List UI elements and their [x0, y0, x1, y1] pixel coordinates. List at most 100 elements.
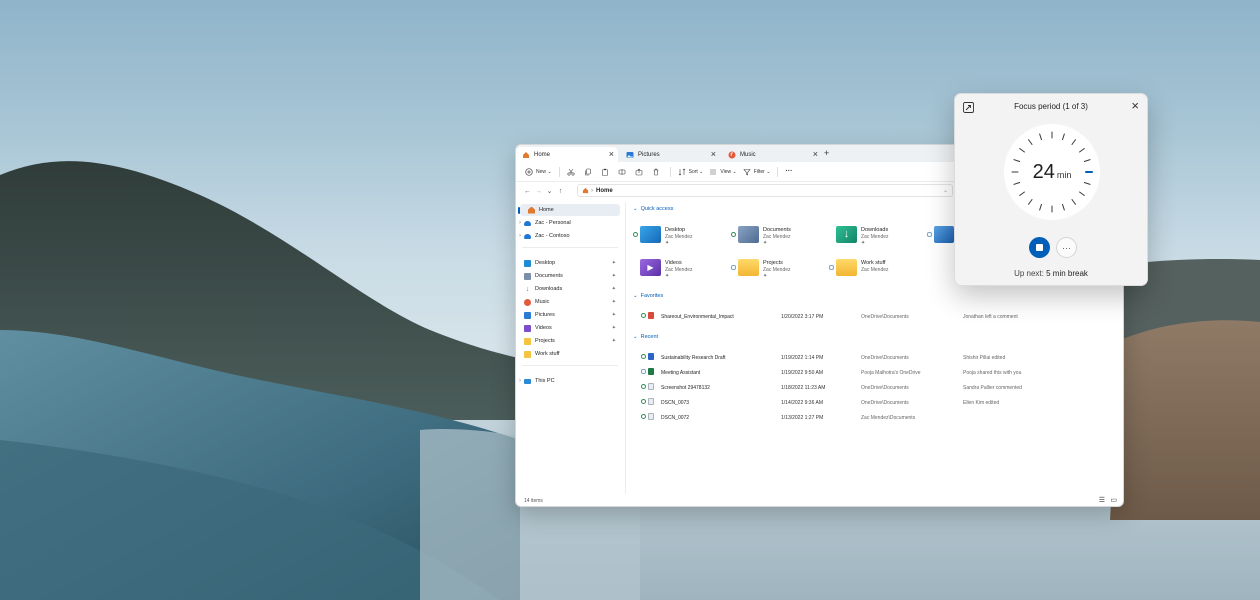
- recent-locations-chevron-icon[interactable]: ⌄: [544, 187, 555, 195]
- music-icon: [728, 151, 736, 159]
- home-icon: [522, 151, 530, 159]
- sidebar-item-work-stuff[interactable]: Work stuff: [516, 348, 620, 360]
- section-title: Favorites: [640, 293, 664, 299]
- sort-button[interactable]: Sort ⌄: [675, 165, 707, 179]
- rename-icon: [618, 168, 625, 175]
- stop-icon: [1036, 244, 1043, 251]
- sidebar-item-desktop[interactable]: Desktop ✦: [516, 257, 620, 269]
- file-date: 1/20/2022 3:17 PM: [781, 314, 824, 320]
- scissors-icon: [567, 168, 575, 176]
- copy-button[interactable]: [581, 165, 598, 179]
- trash-icon: [653, 168, 659, 175]
- rename-button[interactable]: [615, 165, 632, 179]
- close-tab-button[interactable]: ×: [813, 149, 818, 160]
- pdf-file-icon: [648, 312, 654, 319]
- more-options-button[interactable]: ···: [1056, 237, 1077, 258]
- close-tab-button[interactable]: ×: [711, 149, 716, 160]
- table-row[interactable]: DSCN_0072 1/13/2022 1:27 PM Zac Mendez\D…: [641, 411, 1121, 425]
- quick-access-videos[interactable]: ▶ Videos Zac Mendez ✦: [633, 257, 728, 283]
- folder-name: Projects: [763, 260, 783, 266]
- sidebar-item-label: Music: [535, 299, 550, 305]
- stop-button[interactable]: [1029, 237, 1050, 258]
- details-view-icon[interactable]: ☰: [1099, 496, 1105, 504]
- breadcrumb[interactable]: › Home ⌄: [577, 184, 953, 197]
- sidebar-item-home[interactable]: Home: [518, 204, 620, 216]
- tab-music[interactable]: Music ×: [722, 147, 822, 162]
- recent-header[interactable]: ⌄ Recent: [633, 334, 658, 340]
- sidebar-item-documents[interactable]: Documents ✦: [516, 270, 620, 282]
- tab-pictures[interactable]: Pictures ×: [620, 147, 720, 162]
- sidebar-item-label: Zac - Contoso: [535, 233, 570, 239]
- sidebar-item-projects[interactable]: Projects ✦: [516, 335, 620, 347]
- close-icon[interactable]: ×: [1131, 99, 1139, 113]
- quick-access-header[interactable]: ⌄ Quick access: [633, 206, 673, 212]
- table-row[interactable]: Shareout_Environmental_Impact 1/20/2022 …: [641, 310, 1121, 324]
- file-activity: Ellen Kim edited: [963, 400, 1000, 406]
- favorites-header[interactable]: ⌄ Favorites: [633, 293, 663, 299]
- table-row[interactable]: Meeting Assistant 1/19/2022 9:50 AM Pooj…: [641, 366, 1121, 380]
- view-button[interactable]: View ⌄: [706, 165, 739, 179]
- music-icon: [524, 298, 531, 306]
- quick-access-documents[interactable]: Documents Zac Mendez ✦: [731, 224, 826, 250]
- sidebar-item-music[interactable]: Music ✦: [516, 296, 620, 308]
- address-dropdown-chevron-icon[interactable]: ⌄: [943, 187, 948, 194]
- more-options-button[interactable]: ···: [782, 165, 795, 179]
- expand-chevron-icon[interactable]: ›: [516, 378, 524, 384]
- file-activity: Pooja shared this with you: [963, 370, 1022, 376]
- up-arrow-icon[interactable]: ↑: [555, 188, 566, 195]
- file-date: 1/18/2022 11:23 AM: [781, 385, 826, 391]
- cut-button[interactable]: [564, 165, 581, 179]
- word-file-icon: [648, 353, 654, 360]
- sidebar-item-label: Projects: [535, 338, 555, 344]
- new-tab-button[interactable]: +: [824, 148, 829, 158]
- expand-chevron-icon[interactable]: ›: [516, 233, 524, 239]
- sort-icon: [678, 168, 685, 175]
- breadcrumb-home[interactable]: Home: [596, 188, 613, 194]
- pictures-icon: [626, 151, 634, 159]
- paste-button[interactable]: [598, 165, 615, 179]
- table-row[interactable]: Screenshot 29478132 1/18/2022 11:23 AM O…: [641, 381, 1121, 395]
- file-name: Screenshot 29478132: [661, 385, 710, 391]
- share-button[interactable]: [632, 165, 649, 179]
- collapse-chevron-icon: ⌄: [633, 334, 638, 340]
- sidebar-item-this-pc[interactable]: › This PC: [516, 375, 620, 387]
- file-date: 1/13/2022 1:27 PM: [781, 415, 824, 421]
- expand-chevron-icon[interactable]: ›: [516, 220, 524, 226]
- table-row[interactable]: DSCN_0073 1/14/2022 9:36 AM OneDrive\Doc…: [641, 396, 1121, 410]
- large-icons-view-icon[interactable]: ▭: [1110, 496, 1117, 504]
- quick-access-projects[interactable]: Projects Zac Mendez ✦: [731, 257, 826, 283]
- sidebar-item-label: Documents: [535, 273, 563, 279]
- sidebar-item-zac-contoso[interactable]: › Zac - Contoso: [516, 230, 620, 242]
- new-button[interactable]: New ⌄: [522, 165, 555, 179]
- quick-access-pictures[interactable]: [927, 224, 955, 250]
- pin-icon: ✦: [665, 273, 670, 279]
- quick-access-downloads[interactable]: ↓ Downloads Zac Mendez ✦: [829, 224, 924, 250]
- videos-folder-icon: ▶: [640, 259, 661, 276]
- sidebar-item-zac-personal[interactable]: › Zac - Personal: [516, 217, 620, 229]
- desktop-folder-icon: [640, 226, 661, 243]
- table-row[interactable]: Sustainability Research Draft 1/19/2022 …: [641, 351, 1121, 365]
- videos-icon: [524, 324, 531, 332]
- quick-access-work-stuff[interactable]: Work stuff Zac Mendez: [829, 257, 924, 283]
- up-next-prefix: Up next:: [1014, 269, 1044, 278]
- status-spacer: [633, 265, 638, 270]
- forward-arrow-icon[interactable]: →: [533, 188, 544, 195]
- sidebar-item-downloads[interactable]: ↓ Downloads ✦: [516, 283, 620, 295]
- cloud-status-icon: [641, 369, 646, 374]
- pin-icon: ✦: [763, 273, 768, 279]
- quick-access-desktop[interactable]: Desktop Zac Mendez ✦: [633, 224, 728, 250]
- tab-home[interactable]: Home ×: [516, 147, 618, 162]
- navigation-pane: Home › Zac - Personal › Zac - Contoso De…: [516, 202, 626, 494]
- plus-circle-icon: [525, 167, 533, 176]
- image-file-icon: [648, 383, 654, 390]
- pin-icon: ✦: [611, 260, 616, 266]
- timer-unit: min: [1056, 170, 1072, 180]
- delete-button[interactable]: [649, 165, 666, 179]
- sidebar-item-pictures[interactable]: Pictures ✦: [516, 309, 620, 321]
- cloud-status-icon: [731, 265, 736, 270]
- close-tab-button[interactable]: ×: [609, 149, 614, 160]
- back-arrow-icon[interactable]: ←: [522, 188, 533, 195]
- sidebar-item-videos[interactable]: Videos ✦: [516, 322, 620, 334]
- filter-button[interactable]: Filter ⌄: [740, 165, 774, 179]
- onedrive-icon: [524, 233, 531, 239]
